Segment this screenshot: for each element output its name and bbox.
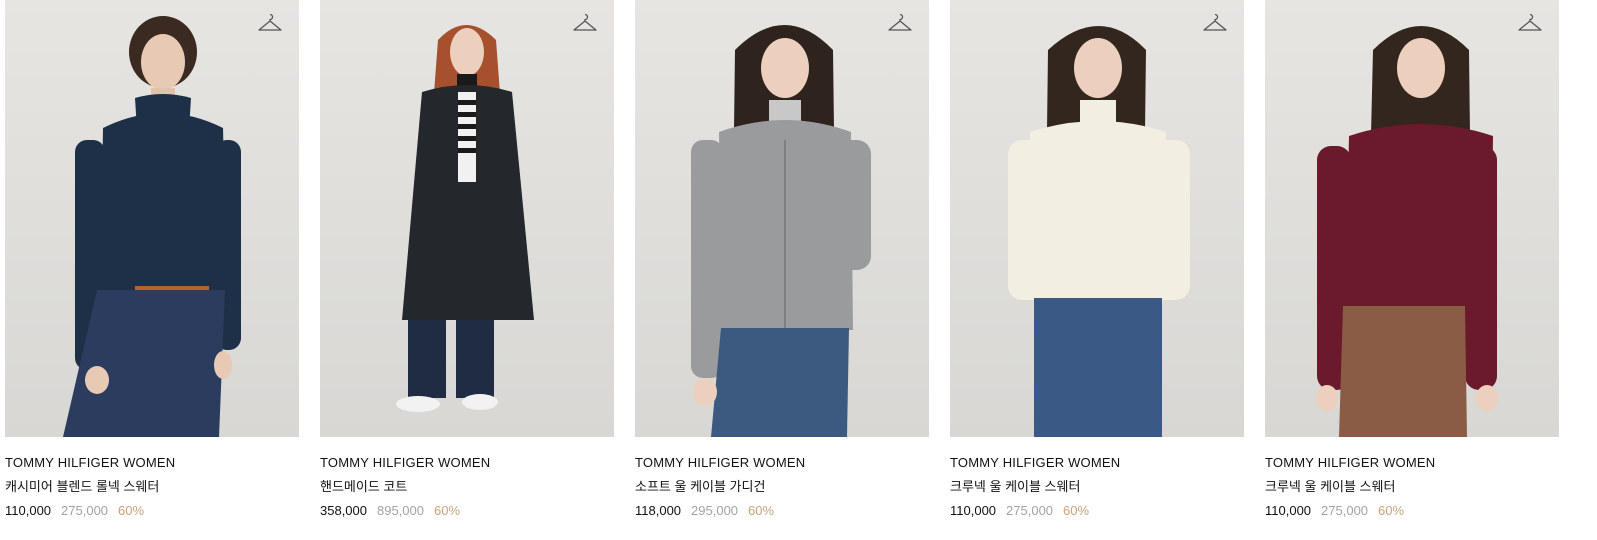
hanger-icon[interactable] [1202, 12, 1228, 34]
price-row: 110,000 275,000 60% [950, 503, 1244, 519]
original-price: 275,000 [1321, 503, 1369, 518]
discount-rate: 60% [1063, 503, 1090, 518]
product-name[interactable]: 크루넥 울 케이블 스웨터 [1265, 479, 1559, 495]
discount-rate: 60% [118, 503, 145, 518]
original-price: 275,000 [1006, 503, 1054, 518]
hanger-icon[interactable] [1517, 12, 1543, 34]
product-card[interactable]: TOMMY HILFIGER WOMEN 핸드메이드 코트 358,000 89… [320, 0, 614, 519]
product-image[interactable] [320, 0, 614, 437]
model-figure [691, 25, 871, 437]
sale-price: 110,000 [1265, 503, 1312, 518]
hanger-icon[interactable] [572, 12, 598, 34]
model-figure [63, 16, 241, 437]
product-card[interactable]: TOMMY HILFIGER WOMEN 캐시미어 블렌드 롤넥 스웨터 110… [5, 0, 299, 519]
product-brand: TOMMY HILFIGER WOMEN [1265, 455, 1436, 470]
product-card[interactable]: TOMMY HILFIGER WOMEN 크루넥 울 케이블 스웨터 110,0… [1265, 0, 1559, 519]
product-name[interactable]: 소프트 울 케이블 가디건 [635, 479, 929, 495]
sale-price: 358,000 [320, 503, 367, 518]
product-name[interactable]: 핸드메이드 코트 [320, 479, 614, 495]
product-brand: TOMMY HILFIGER WOMEN [5, 455, 176, 470]
product-name[interactable]: 캐시미어 블렌드 롤넥 스웨터 [5, 479, 299, 495]
product-image[interactable] [635, 0, 929, 437]
price-row: 110,000 275,000 60% [5, 503, 299, 519]
product-image[interactable] [950, 0, 1244, 437]
original-price: 275,000 [61, 503, 109, 518]
discount-rate: 60% [1378, 503, 1405, 518]
product-name[interactable]: 크루넥 울 케이블 스웨터 [950, 479, 1244, 495]
discount-rate: 60% [434, 503, 461, 518]
product-grid: TOMMY HILFIGER WOMEN 캐시미어 블렌드 롤넥 스웨터 110… [5, 0, 1559, 519]
model-figure [1316, 26, 1498, 437]
model-figure [396, 25, 534, 412]
product-brand: TOMMY HILFIGER WOMEN [635, 455, 806, 470]
sale-price: 118,000 [635, 503, 682, 518]
hanger-icon[interactable] [257, 12, 283, 34]
product-card[interactable]: TOMMY HILFIGER WOMEN 소프트 울 케이블 가디건 118,0… [635, 0, 929, 519]
price-row: 358,000 895,000 60% [320, 503, 614, 519]
model-figure [1008, 26, 1190, 437]
price-row: 118,000 295,000 60% [635, 503, 929, 519]
original-price: 295,000 [691, 503, 739, 518]
product-image[interactable] [1265, 0, 1559, 437]
product-brand: TOMMY HILFIGER WOMEN [320, 455, 491, 470]
product-image[interactable] [5, 0, 299, 437]
sale-price: 110,000 [5, 503, 52, 518]
product-card[interactable]: TOMMY HILFIGER WOMEN 크루넥 울 케이블 스웨터 110,0… [950, 0, 1244, 519]
sale-price: 110,000 [950, 503, 997, 518]
original-price: 895,000 [377, 503, 424, 518]
discount-rate: 60% [748, 503, 775, 518]
hanger-icon[interactable] [887, 12, 913, 34]
price-row: 110,000 275,000 60% [1265, 503, 1559, 519]
product-brand: TOMMY HILFIGER WOMEN [950, 455, 1121, 470]
